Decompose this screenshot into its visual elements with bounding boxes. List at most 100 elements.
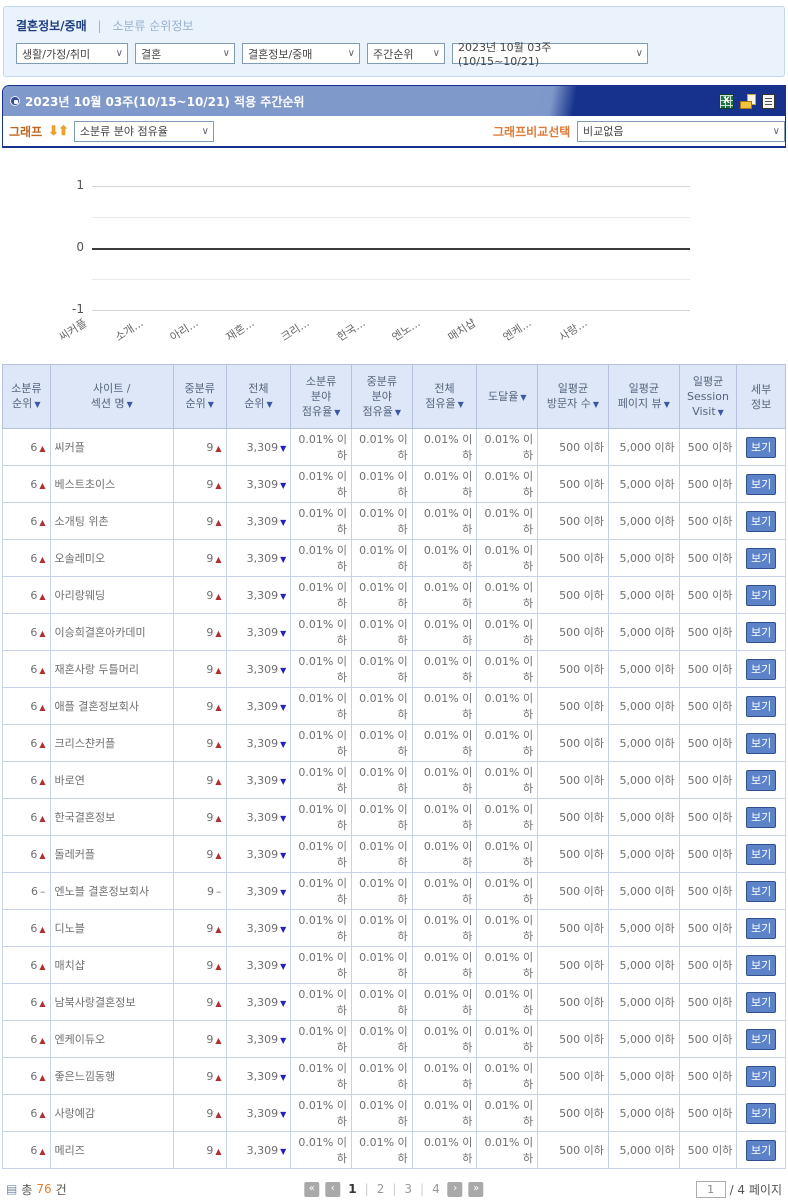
site-name-cell: 크리스챤커플 bbox=[50, 725, 173, 762]
view-detail-button[interactable]: 보기 bbox=[746, 1029, 776, 1050]
rank-up-icon: ▲ bbox=[215, 777, 221, 786]
rank-value: 3,309 bbox=[247, 811, 279, 824]
sort-descending-icon[interactable]: ▼ bbox=[334, 408, 340, 417]
view-detail-button[interactable]: 보기 bbox=[746, 659, 776, 680]
graph-compare-select[interactable]: 비교없음 ∨ bbox=[577, 121, 785, 142]
pagination: «‹1|2|3|4›» bbox=[304, 1182, 483, 1197]
sort-descending-icon[interactable]: ▼ bbox=[34, 400, 40, 409]
column-header-line: 점유율▼ bbox=[414, 396, 476, 412]
view-detail-button[interactable]: 보기 bbox=[746, 1140, 776, 1161]
view-detail-button[interactable]: 보기 bbox=[746, 474, 776, 495]
last-page-button[interactable]: » bbox=[469, 1182, 484, 1197]
view-detail-button[interactable]: 보기 bbox=[746, 844, 776, 865]
view-detail-button[interactable]: 보기 bbox=[746, 955, 776, 976]
column-header-session[interactable]: 일평균SessionVisit▼ bbox=[679, 365, 737, 429]
sort-descending-icon[interactable]: ▼ bbox=[266, 400, 272, 409]
view-detail-button[interactable]: 보기 bbox=[746, 548, 776, 569]
column-header-share_total[interactable]: 전체점유율▼ bbox=[412, 365, 477, 429]
sort-descending-icon[interactable]: ▼ bbox=[208, 400, 214, 409]
view-detail-button[interactable]: 보기 bbox=[746, 585, 776, 606]
view-detail-button[interactable]: 보기 bbox=[746, 992, 776, 1013]
select-value: 결혼 bbox=[141, 46, 161, 62]
view-detail-button[interactable]: 보기 bbox=[746, 770, 776, 791]
column-header-rank_total[interactable]: 전체순위▼ bbox=[226, 365, 291, 429]
graph-metric-select[interactable]: 소분류 분야 점유율 ∨ bbox=[74, 121, 214, 142]
reach-cell: 0.01% 이하 bbox=[477, 725, 538, 762]
category-top-select[interactable]: 생활/가정/취미∨ bbox=[16, 43, 128, 64]
sort-descending-icon[interactable]: ▼ bbox=[458, 400, 464, 409]
column-header-rank_sub[interactable]: 소분류순위▼ bbox=[3, 365, 51, 429]
week-select[interactable]: 2023년 10월 03주(10/15~10/21)∨ bbox=[452, 43, 648, 64]
table-row: 6▲메리즈9▲3,309▼0.01% 이하0.01% 이하0.01% 이하0.0… bbox=[3, 1132, 786, 1169]
rank-value: 6 bbox=[30, 700, 37, 713]
sort-descending-icon[interactable]: ▼ bbox=[593, 400, 599, 409]
sort-down-up-icons[interactable]: ⬇⬆ bbox=[48, 124, 68, 139]
rank-up-icon: ▲ bbox=[215, 740, 221, 749]
print-icon[interactable] bbox=[762, 94, 775, 109]
column-header-visitors[interactable]: 일평균방문자 수▼ bbox=[538, 365, 609, 429]
view-detail-button[interactable]: 보기 bbox=[746, 1103, 776, 1124]
detail-cell: 보기 bbox=[737, 577, 786, 614]
pageviews-cell: 5,000 이하 bbox=[608, 466, 679, 503]
sort-descending-icon[interactable]: ▼ bbox=[127, 400, 133, 409]
sort-descending-icon[interactable]: ▼ bbox=[718, 408, 724, 417]
first-page-button[interactable]: « bbox=[304, 1182, 319, 1197]
rank-value: 3,309 bbox=[247, 478, 279, 491]
column-header-site[interactable]: 사이트 /섹션 명▼ bbox=[50, 365, 173, 429]
detail-cell: 보기 bbox=[737, 503, 786, 540]
column-header-reach[interactable]: 도달율▼ bbox=[477, 365, 538, 429]
graph-compare-value: 비교없음 bbox=[583, 123, 623, 139]
column-header-share_sub[interactable]: 소분류분야점유율▼ bbox=[291, 365, 352, 429]
rank-up-icon: ▲ bbox=[39, 481, 45, 490]
view-detail-button[interactable]: 보기 bbox=[746, 1066, 776, 1087]
sort-descending-icon[interactable]: ▼ bbox=[520, 393, 526, 402]
view-detail-button[interactable]: 보기 bbox=[746, 511, 776, 532]
save-icon[interactable] bbox=[740, 94, 756, 109]
share_total-cell: 0.01% 이하 bbox=[412, 910, 477, 947]
rank-up-icon: ▲ bbox=[39, 1036, 45, 1045]
view-detail-button[interactable]: 보기 bbox=[746, 696, 776, 717]
rank-up-icon: ▲ bbox=[215, 925, 221, 934]
column-header-pageviews[interactable]: 일평균페이지 뷰▼ bbox=[608, 365, 679, 429]
next-page-button[interactable]: › bbox=[448, 1182, 463, 1197]
rank-down-icon: ▼ bbox=[280, 1036, 286, 1045]
page-number-input[interactable] bbox=[696, 1181, 726, 1198]
view-detail-button[interactable]: 보기 bbox=[746, 918, 776, 939]
rank-up-icon: ▲ bbox=[39, 999, 45, 1008]
sub-rank-cell: 6▲ bbox=[3, 503, 51, 540]
rank-value: 9 bbox=[206, 626, 213, 639]
sort-descending-icon[interactable]: ▼ bbox=[395, 408, 401, 417]
view-detail-button[interactable]: 보기 bbox=[746, 881, 776, 902]
site-name-cell: 디노블 bbox=[50, 910, 173, 947]
view-detail-button[interactable]: 보기 bbox=[746, 733, 776, 754]
page-number-2[interactable]: 2 bbox=[375, 1182, 387, 1196]
rank-value: 9 bbox=[206, 1070, 213, 1083]
category-mid-select[interactable]: 결혼∨ bbox=[135, 43, 235, 64]
total-rank-cell: 3,309▼ bbox=[226, 984, 291, 1021]
breadcrumb-link-rank-info[interactable]: 소분류 순위정보 bbox=[112, 19, 193, 33]
panel-title: 2023년 10월 03주(10/15~10/21) 적용 주간순위 bbox=[25, 93, 304, 110]
view-detail-button[interactable]: 보기 bbox=[746, 437, 776, 458]
share_mid-cell: 0.01% 이하 bbox=[351, 540, 412, 577]
page-total-label: / 4 페이지 bbox=[730, 1181, 782, 1198]
excel-export-icon[interactable]: X bbox=[719, 94, 734, 109]
page-number-4[interactable]: 4 bbox=[430, 1182, 442, 1196]
rank-value: 3,309 bbox=[247, 626, 279, 639]
column-header-share_mid[interactable]: 중분류분야점유율▼ bbox=[351, 365, 412, 429]
view-detail-button[interactable]: 보기 bbox=[746, 807, 776, 828]
share_total-cell: 0.01% 이하 bbox=[412, 1132, 477, 1169]
page-number-3[interactable]: 3 bbox=[402, 1182, 414, 1196]
rank-down-icon: ▼ bbox=[280, 481, 286, 490]
chart-gridline bbox=[92, 279, 690, 280]
column-header-rank_mid[interactable]: 중분류순위▼ bbox=[173, 365, 226, 429]
sub-rank-cell: 6▲ bbox=[3, 429, 51, 466]
reach-cell: 0.01% 이하 bbox=[477, 762, 538, 799]
category-sub-select[interactable]: 결혼정보/중매∨ bbox=[242, 43, 360, 64]
sort-descending-icon[interactable]: ▼ bbox=[664, 400, 670, 409]
site-name-cell: 씨커플 bbox=[50, 429, 173, 466]
prev-page-button[interactable]: ‹ bbox=[325, 1182, 340, 1197]
rank-up-icon: ▲ bbox=[39, 777, 45, 786]
view-detail-button[interactable]: 보기 bbox=[746, 622, 776, 643]
period-type-select[interactable]: 주간순위∨ bbox=[367, 43, 445, 64]
page-number-1[interactable]: 1 bbox=[346, 1182, 358, 1196]
